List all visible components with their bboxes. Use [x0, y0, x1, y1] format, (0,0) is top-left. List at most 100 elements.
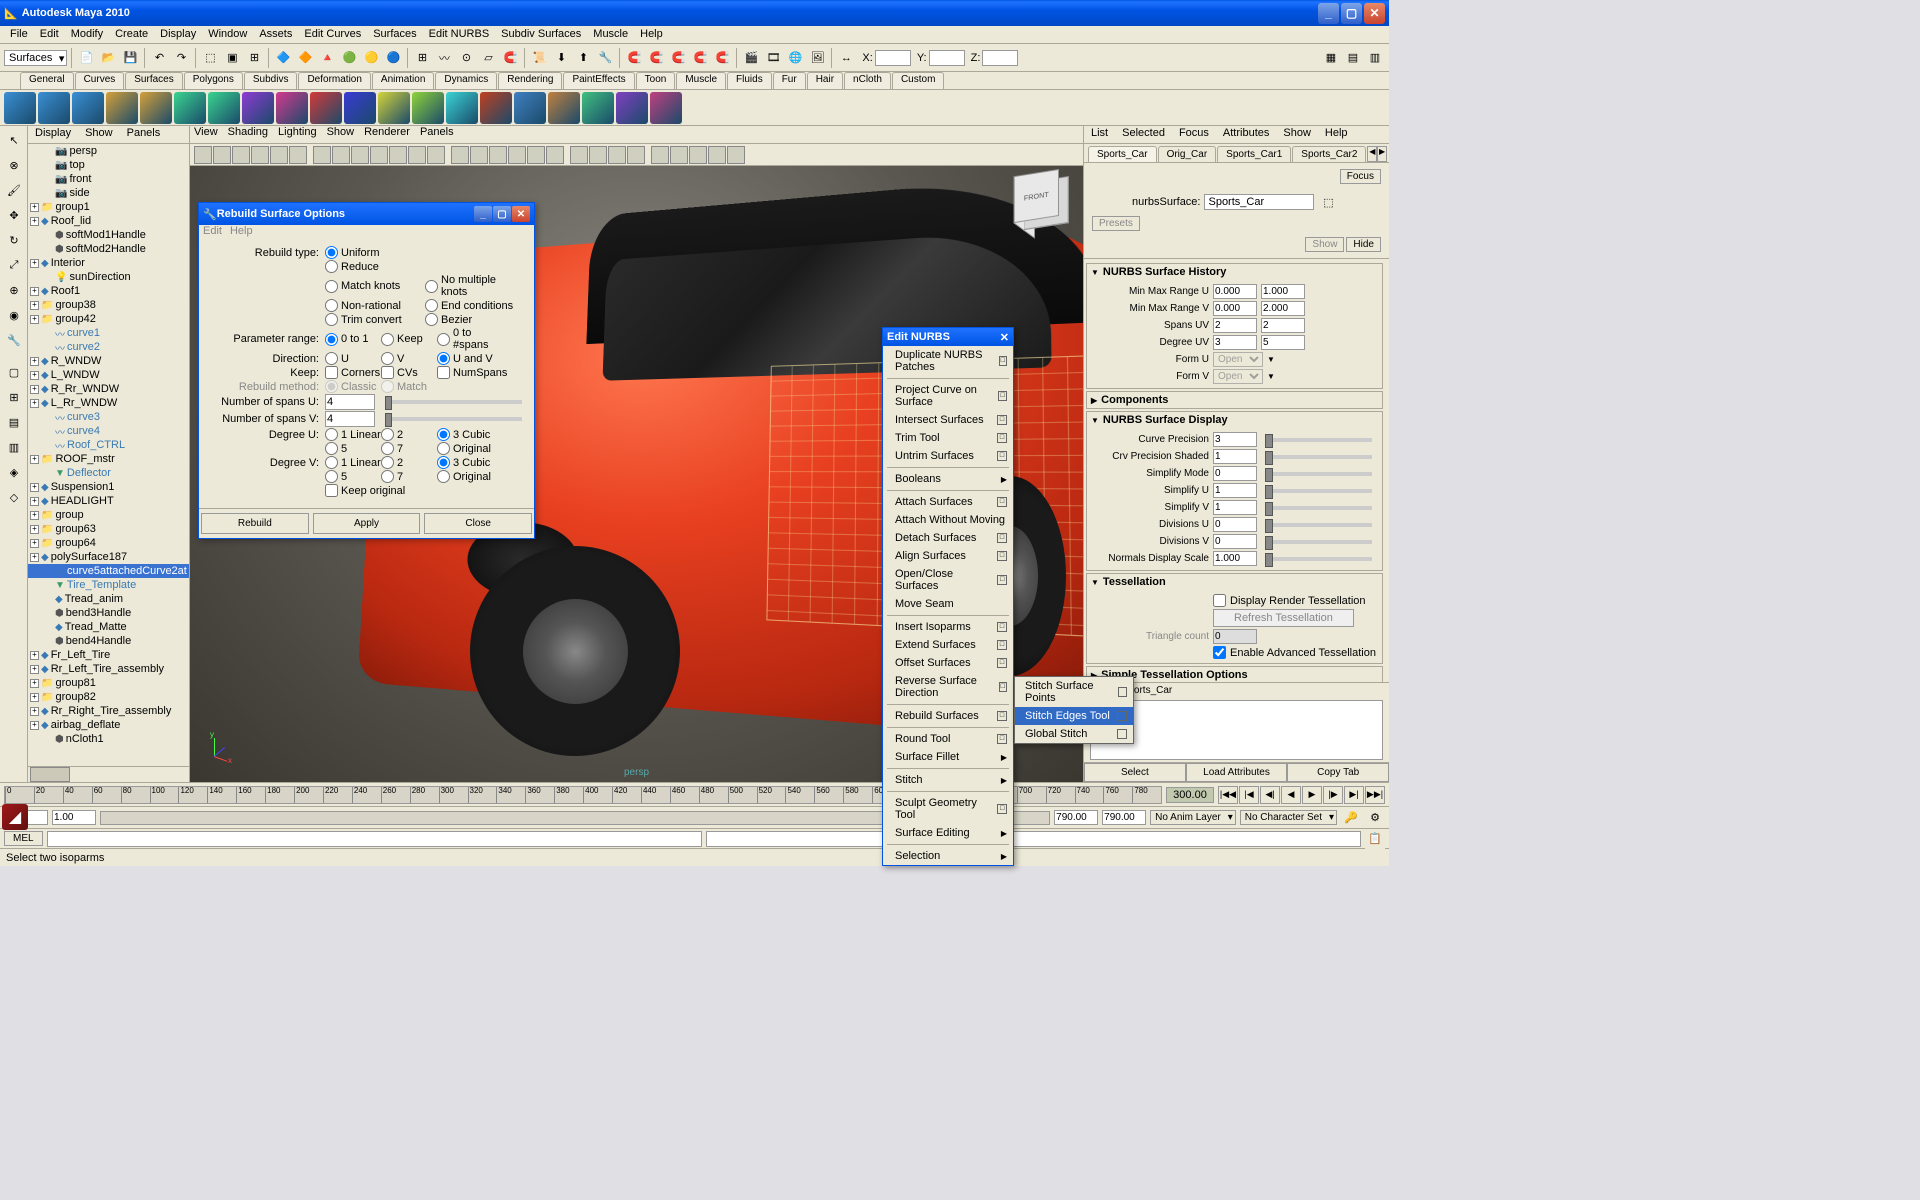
- radio-option[interactable]: Keep: [381, 333, 437, 346]
- copy-tab-button[interactable]: Copy Tab: [1287, 763, 1389, 782]
- outliner-item[interactable]: 〰curve1: [28, 326, 189, 340]
- option-box-icon[interactable]: [1117, 711, 1127, 721]
- section-header[interactable]: NURBS Surface Display: [1087, 412, 1382, 428]
- outliner-item[interactable]: 〰Roof_CTRL: [28, 438, 189, 452]
- shelf-tab-subdivs[interactable]: Subdivs: [244, 72, 298, 89]
- attr-menu-focus[interactable]: Focus: [1176, 126, 1212, 143]
- vp-tool-2[interactable]: [232, 146, 250, 164]
- expand-icon[interactable]: +: [30, 539, 39, 548]
- outliner-item[interactable]: +◆HEADLIGHT: [28, 494, 189, 508]
- shelf-item-10[interactable]: [344, 92, 376, 124]
- option-box-icon[interactable]: [1117, 729, 1127, 739]
- option-box-icon[interactable]: □: [997, 575, 1007, 585]
- attr-tab[interactable]: Sports_Car1: [1217, 146, 1291, 162]
- step-fwd-button[interactable]: |▶: [1323, 786, 1343, 804]
- vp-tool-13[interactable]: [451, 146, 469, 164]
- shelf-tab-custom[interactable]: Custom: [892, 72, 944, 89]
- snap-grid-icon[interactable]: ⊞: [412, 48, 432, 68]
- play-button[interactable]: ▶: [1302, 786, 1322, 804]
- shelf-tab-surfaces[interactable]: Surfaces: [125, 72, 182, 89]
- command-input[interactable]: [47, 831, 702, 847]
- outliner-item[interactable]: 〰curve3: [28, 410, 189, 424]
- select-hier-icon[interactable]: ⬚: [200, 48, 220, 68]
- attr-menu-help[interactable]: Help: [1322, 126, 1351, 143]
- expand-icon[interactable]: +: [30, 217, 39, 226]
- outliner-item[interactable]: 📷front: [28, 172, 189, 186]
- ipr-icon[interactable]: 🎞: [763, 48, 783, 68]
- mel-button[interactable]: MEL: [4, 831, 43, 846]
- shelf-item-4[interactable]: [140, 92, 172, 124]
- option-box-icon[interactable]: □: [997, 734, 1007, 744]
- outliner-menu-show[interactable]: Show: [82, 126, 116, 143]
- construction-icon[interactable]: 🔧: [595, 48, 615, 68]
- outliner-item[interactable]: +◆L_WNDW: [28, 368, 189, 382]
- new-scene-icon[interactable]: 📄: [76, 48, 96, 68]
- tab-nav-icon[interactable]: ◀: [1367, 146, 1377, 162]
- output-icon[interactable]: ⬆: [573, 48, 593, 68]
- play-back-button[interactable]: ◀: [1281, 786, 1301, 804]
- menu-item[interactable]: Intersect Surfaces□: [883, 411, 1013, 429]
- shelf-item-2[interactable]: [72, 92, 104, 124]
- rebuild-button[interactable]: Rebuild: [201, 513, 309, 534]
- shelf-item-15[interactable]: [514, 92, 546, 124]
- expand-icon[interactable]: +: [30, 455, 39, 464]
- layout1-icon[interactable]: ▦: [1321, 48, 1341, 68]
- expand-icon[interactable]: +: [30, 665, 39, 674]
- persp-outliner-icon[interactable]: ▤: [2, 410, 26, 434]
- radio-option[interactable]: Uniform: [325, 246, 425, 259]
- outliner-item[interactable]: +📁group81: [28, 676, 189, 690]
- soft-tool-icon[interactable]: ◉: [2, 303, 26, 327]
- vp-tool-16[interactable]: [508, 146, 526, 164]
- expand-icon[interactable]: +: [30, 679, 39, 688]
- scale-tool-icon[interactable]: ⤢: [2, 253, 26, 277]
- menu-create[interactable]: Create: [109, 26, 154, 43]
- attr-input[interactable]: [1213, 335, 1257, 350]
- focus-button[interactable]: Focus: [1340, 169, 1381, 184]
- menu-item[interactable]: Insert Isoparms□: [883, 618, 1013, 636]
- vp-menu-view[interactable]: View: [194, 126, 218, 143]
- outliner-item[interactable]: +📁group: [28, 508, 189, 522]
- vp-tool-19[interactable]: [570, 146, 588, 164]
- mask1-icon[interactable]: 🔷: [273, 48, 293, 68]
- spans-v-input[interactable]: [325, 411, 375, 427]
- history-icon[interactable]: 📜: [529, 48, 549, 68]
- expand-icon[interactable]: +: [30, 693, 39, 702]
- menu-item[interactable]: Selection▶: [883, 847, 1013, 865]
- vp-menu-panels[interactable]: Panels: [420, 126, 454, 143]
- shelf-item-3[interactable]: [106, 92, 138, 124]
- vp-tool-11[interactable]: [408, 146, 426, 164]
- dialog-min-button[interactable]: _: [474, 206, 492, 222]
- render-globals-icon[interactable]: 🌐: [785, 48, 805, 68]
- shelf-item-8[interactable]: [276, 92, 308, 124]
- layout2-icon[interactable]: ▤: [1343, 48, 1363, 68]
- rotate-tool-icon[interactable]: ↻: [2, 228, 26, 252]
- attr-slider[interactable]: [1265, 489, 1372, 493]
- attr-input[interactable]: [1213, 466, 1257, 481]
- expand-icon[interactable]: +: [30, 287, 39, 296]
- menu-item[interactable]: Trim Tool□: [883, 429, 1013, 447]
- expand-icon[interactable]: +: [30, 721, 39, 730]
- section-header[interactable]: Tessellation: [1087, 574, 1382, 590]
- menu-subdiv-surfaces[interactable]: Subdiv Surfaces: [495, 26, 587, 43]
- attr-menu-list[interactable]: List: [1088, 126, 1111, 143]
- attr-input[interactable]: [1213, 284, 1257, 299]
- expand-icon[interactable]: +: [30, 259, 39, 268]
- vp-tool-26[interactable]: [708, 146, 726, 164]
- radio-option[interactable]: 3 Cubic: [437, 428, 493, 441]
- expand-icon[interactable]: +: [30, 497, 39, 506]
- outliner-item[interactable]: +📁group82: [28, 690, 189, 704]
- menu-file[interactable]: File: [4, 26, 34, 43]
- outliner-item[interactable]: ⬢bend3Handle: [28, 606, 189, 620]
- shelf-item-12[interactable]: [412, 92, 444, 124]
- script-editor-icon[interactable]: 📋: [1365, 829, 1385, 849]
- menu-item[interactable]: Duplicate NURBS Patches□: [883, 346, 1013, 376]
- attr-slider[interactable]: [1265, 540, 1372, 544]
- vp-tool-5[interactable]: [289, 146, 307, 164]
- eat-checkbox[interactable]: [1213, 646, 1226, 659]
- outliner-item[interactable]: 📷side: [28, 186, 189, 200]
- option-box-icon[interactable]: □: [997, 551, 1007, 561]
- shelf-tab-fluids[interactable]: Fluids: [727, 72, 772, 89]
- attr-menu-selected[interactable]: Selected: [1119, 126, 1168, 143]
- dlg-menu-edit[interactable]: Edit: [203, 225, 222, 241]
- attr-select[interactable]: Open: [1213, 352, 1263, 367]
